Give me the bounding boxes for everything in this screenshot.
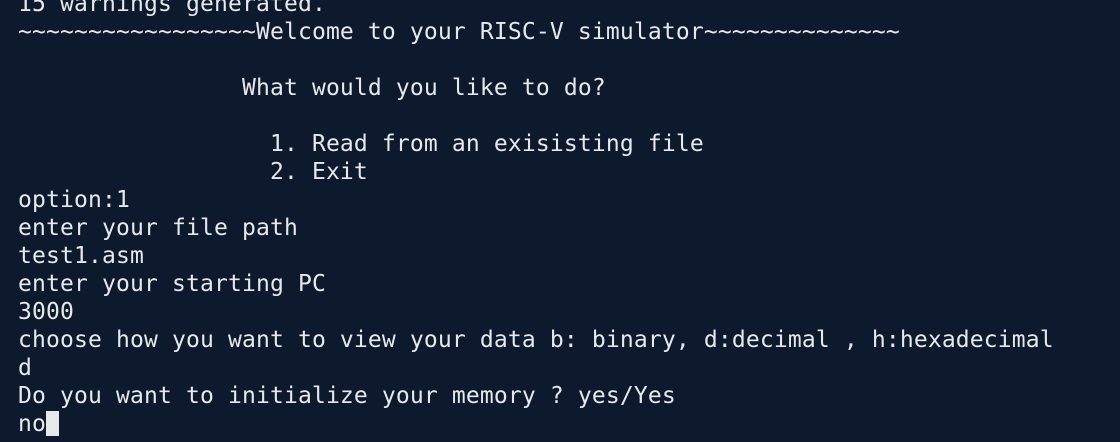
- file-path-prompt: enter your file path: [18, 215, 298, 241]
- menu-option-exit: 2. Exit: [18, 159, 368, 185]
- file-path-input: test1.asm: [18, 243, 144, 269]
- text-cursor: [46, 411, 59, 436]
- menu-option-read-file: 1. Read from an exisisting file: [18, 131, 704, 157]
- memory-prompt: Do you want to initialize your memory ? …: [18, 383, 676, 409]
- option-input-line: option:1: [18, 187, 130, 213]
- view-mode-prompt: choose how you want to view your data b:…: [18, 327, 1054, 353]
- welcome-banner: ~~~~~~~~~~~~~~~~~Welcome to your RISC-V …: [18, 19, 900, 45]
- terminal-window[interactable]: 15 warnings generated. ~~~~~~~~~~~~~~~~~…: [0, 0, 1120, 442]
- menu-prompt: What would you like to do?: [18, 75, 606, 101]
- view-mode-input: d: [18, 355, 32, 381]
- memory-input[interactable]: no: [18, 411, 46, 437]
- warnings-line: 15 warnings generated.: [18, 0, 326, 17]
- pc-prompt: enter your starting PC: [18, 271, 326, 297]
- pc-input: 3000: [18, 299, 74, 325]
- command-input-line[interactable]: no: [18, 410, 59, 438]
